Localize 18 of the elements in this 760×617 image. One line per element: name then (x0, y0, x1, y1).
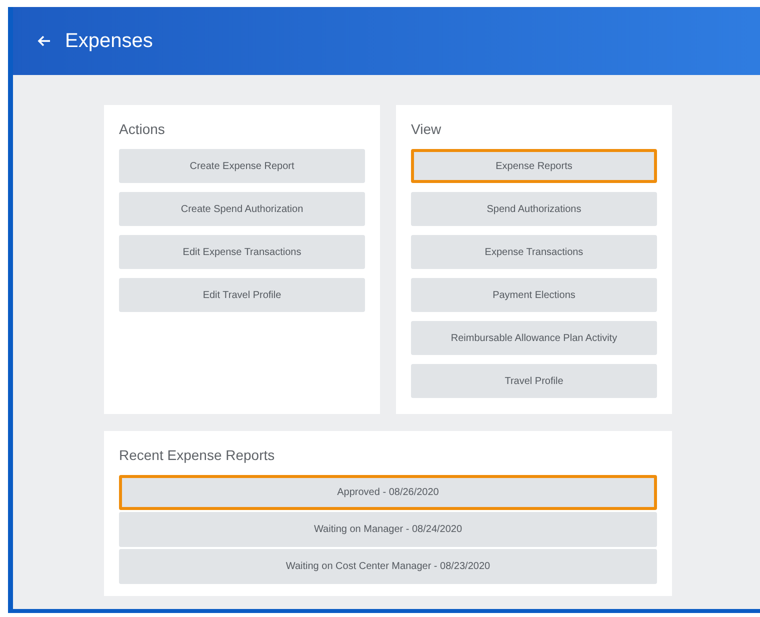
link-button[interactable]: Approved - 08/26/2020 (119, 475, 657, 510)
back-icon[interactable] (37, 35, 51, 47)
link-button[interactable]: Waiting on Manager - 08/24/2020 (119, 512, 657, 547)
link-button[interactable]: Expense Reports (411, 149, 657, 183)
section-title: View (411, 120, 442, 139)
link-button[interactable]: Waiting on Cost Center Manager - 08/23/2020 (119, 549, 657, 584)
link-button[interactable]: Reimbursable Allowance Plan Activity (411, 321, 657, 355)
link-button[interactable]: Create Spend Authorization (119, 192, 365, 226)
page-title: Expenses (65, 29, 153, 54)
link-button[interactable]: Expense Transactions (411, 235, 657, 269)
link-button[interactable]: Create Expense Report (119, 149, 365, 183)
link-button[interactable]: Spend Authorizations (411, 192, 657, 226)
section-title: Recent Expense Reports (119, 446, 276, 465)
link-button[interactable]: Travel Profile (411, 364, 657, 398)
link-button[interactable]: Payment Elections (411, 278, 657, 312)
section-title: Actions (119, 120, 166, 139)
link-button[interactable]: Edit Expense Transactions (119, 235, 365, 269)
link-button[interactable]: Edit Travel Profile (119, 278, 365, 312)
